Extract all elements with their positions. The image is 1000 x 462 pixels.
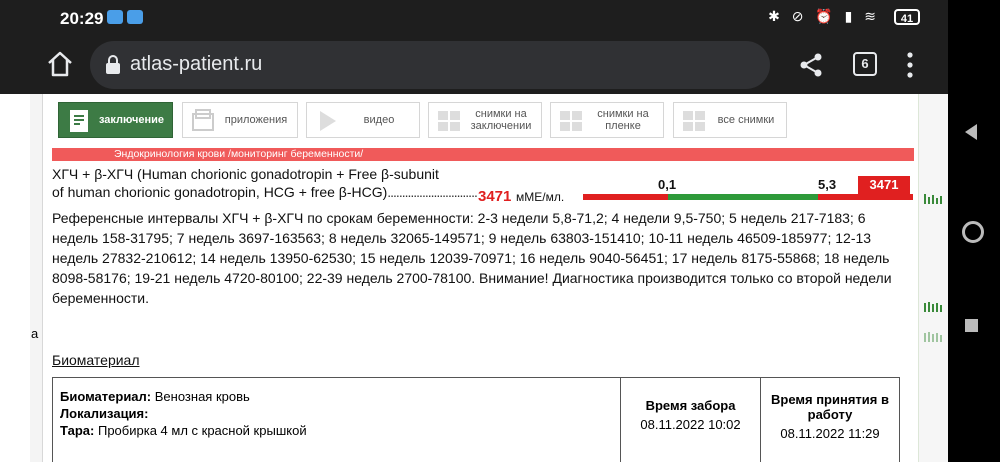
scale-high-label: 5,3: [818, 177, 837, 192]
home-icon[interactable]: [45, 49, 75, 79]
navigation-bar: [948, 0, 1000, 462]
recent-apps-icon[interactable]: [965, 319, 978, 332]
scale-above-range: [818, 194, 913, 200]
address-bar[interactable]: atlas-patient.ru: [90, 41, 770, 89]
tabs-count-button[interactable]: 6: [853, 52, 877, 76]
tab-all-images[interactable]: все снимки: [673, 102, 787, 138]
test-name: ХГЧ + β-ХГЧ (Human chorionic gonadotropi…: [52, 166, 478, 200]
section-header: Эндокринология крови /мониторинг беремен…: [52, 148, 914, 161]
scale-low-label: 0,1: [658, 177, 677, 192]
right-panel-edge: [918, 94, 948, 462]
result-value: 3471: [478, 188, 512, 205]
biomaterial-details: Биоматериал: Венозная кровь Локализация:…: [53, 378, 621, 462]
tab-images-on-film[interactable]: снимки на пленке: [550, 102, 664, 138]
left-panel-edge: [30, 94, 43, 462]
tab-attachments[interactable]: приложения: [182, 102, 298, 138]
result-flag: 3471: [858, 176, 910, 194]
document-icon: [70, 110, 88, 132]
browser-toolbar: atlas-patient.ru 6: [0, 36, 948, 94]
biomaterial-table: Биоматериал: Венозная кровь Локализация:…: [52, 377, 900, 462]
left-panel-text: а: [31, 326, 39, 341]
film-icon: [560, 111, 582, 131]
scale-below-range: [583, 194, 668, 200]
reference-scale: [583, 194, 913, 200]
attachment-icon: [192, 109, 214, 131]
reference-intervals-text: Референсные интервалы ХГЧ + β-ХГЧ по сро…: [52, 210, 892, 306]
gallery-notification-icon: [107, 10, 123, 24]
play-icon: [320, 111, 336, 131]
tab-conclusion[interactable]: заключение: [58, 102, 173, 138]
gallery-icon: [683, 111, 705, 131]
lock-icon: [106, 55, 120, 74]
tab-video[interactable]: видео: [306, 102, 420, 138]
home-button-icon[interactable]: [962, 221, 984, 243]
url-text[interactable]: atlas-patient.ru: [130, 53, 262, 76]
status-time: 20:29: [60, 9, 104, 28]
tab-images-in-conclusion[interactable]: снимки на заключении: [428, 102, 542, 138]
mini-chart-icon[interactable]: [924, 324, 944, 342]
dot-leader: ...............................: [387, 184, 478, 200]
scale-normal-range: [668, 194, 818, 200]
mini-chart-icon[interactable]: [924, 294, 944, 312]
web-page: а заключение приложения видео снимки на …: [0, 94, 948, 462]
gallery-notification-icon: [127, 10, 143, 24]
biomaterial-value: Венозная кровь: [154, 389, 250, 404]
biomaterial-link[interactable]: Биоматериал: [52, 352, 140, 368]
result-unit: мМЕ/мл.: [516, 190, 565, 204]
images-icon: [438, 111, 460, 131]
collection-time-cell: Время забора 08.11.2022 10:02: [621, 378, 761, 462]
share-icon[interactable]: [798, 52, 824, 78]
back-icon[interactable]: [965, 124, 977, 140]
container-value: Пробирка 4 мл с красной крышкой: [97, 423, 307, 438]
battery-indicator: 41: [894, 9, 920, 25]
acceptance-time-cell: Время принятия в работу 08.11.2022 11:29: [771, 392, 889, 441]
status-bar: 20:29 ✱ ⊘ ⏰ ▮ ≋ 41: [0, 0, 948, 36]
more-menu-icon[interactable]: [906, 52, 914, 78]
mini-chart-icon[interactable]: [924, 186, 944, 204]
system-icons: ✱ ⊘ ⏰ ▮ ≋: [768, 8, 880, 24]
